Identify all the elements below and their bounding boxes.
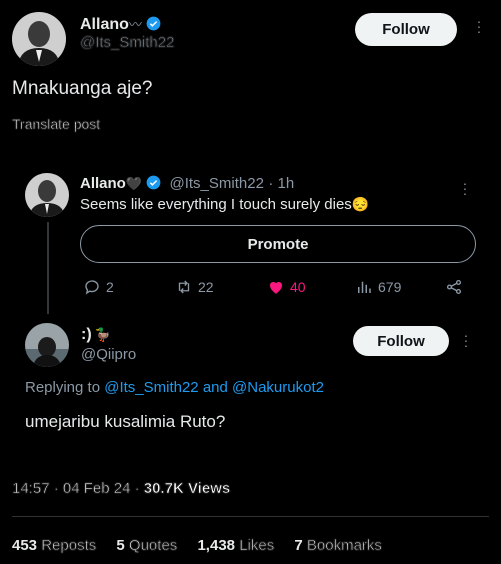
- thread-line: [47, 222, 49, 314]
- reposts-label: Reposts: [41, 537, 97, 555]
- reposts-stat[interactable]: 453 Reposts: [12, 537, 97, 555]
- follow-button-main[interactable]: Follow: [355, 13, 457, 46]
- promote-button[interactable]: Promote: [80, 225, 476, 263]
- tweet-meta: 14:57 · 04 Feb 24 · 30.7K Views: [12, 480, 231, 498]
- reply-more-options-icon[interactable]: · · ·: [461, 328, 471, 352]
- share-action[interactable]: [445, 278, 463, 296]
- avatar-photo-icon: [12, 12, 66, 66]
- quoted-time[interactable]: · 1h: [268, 175, 294, 192]
- reply-count: 2: [106, 279, 114, 295]
- bookmarks-label: Bookmarks: [306, 537, 383, 555]
- reply-author-name[interactable]: :): [81, 326, 92, 343]
- reply-icon: [85, 280, 99, 295]
- like-action[interactable]: 40: [267, 278, 306, 296]
- pensive-emoji: 😔: [351, 196, 370, 212]
- likes-label: Likes: [239, 537, 275, 555]
- verified-badge-icon: [146, 175, 161, 190]
- main-avatar[interactable]: [12, 12, 66, 66]
- repost-action[interactable]: 22: [175, 278, 214, 296]
- quotes-label: Quotes: [128, 537, 178, 555]
- tweet-timestamp[interactable]: 14:57 · 04 Feb 24 ·: [12, 480, 144, 498]
- main-author-line: Allano〰: [80, 14, 161, 34]
- tweet-views: 30.7K Views: [143, 480, 231, 498]
- quoted-avatar[interactable]: [25, 173, 69, 217]
- main-author-emoji: 〰: [128, 17, 142, 32]
- replying-and: and: [198, 379, 233, 396]
- quoted-more-options-icon[interactable]: · · ·: [460, 176, 470, 200]
- heart-filled-icon: [270, 281, 282, 294]
- reply-author-emoji: 🦆: [94, 327, 111, 342]
- avatar-photo-icon: [25, 173, 69, 217]
- reply-tweet-text: umejaribu kusalimia Ruto?: [25, 412, 226, 431]
- main-author-name[interactable]: Allano: [80, 16, 129, 33]
- replying-user-1[interactable]: @Its_Smith22: [104, 379, 198, 396]
- quoted-author-handle[interactable]: @Its_Smith22: [169, 175, 263, 192]
- quoted-text: Seems like everything I touch surely die…: [80, 196, 352, 213]
- quotes-stat[interactable]: 5 Quotes: [116, 537, 178, 555]
- repost-count: 22: [198, 279, 214, 295]
- divider: [12, 516, 489, 517]
- translate-post-link[interactable]: Translate post: [12, 116, 101, 133]
- reply-avatar[interactable]: [25, 323, 69, 367]
- avatar-photo-icon: [25, 323, 69, 367]
- reply-author-handle[interactable]: @Qiipro: [81, 346, 136, 363]
- likes-stat[interactable]: 1,438 Likes: [197, 537, 275, 555]
- share-icon: [446, 279, 462, 295]
- views-count: 679: [378, 279, 402, 295]
- replying-user-2[interactable]: @Nakurukot2: [232, 379, 324, 396]
- bookmarks-count: 7: [294, 537, 303, 554]
- verified-badge-icon: [146, 16, 161, 31]
- main-tweet-text: Mnakuanga aje?: [12, 78, 153, 99]
- likes-count: 1,438: [197, 537, 236, 554]
- bookmarks-stat[interactable]: 7 Bookmarks: [294, 537, 383, 555]
- engagement-row: 453 Reposts 5 Quotes 1,438 Likes 7 Bookm…: [12, 537, 383, 555]
- follow-button-reply[interactable]: Follow: [353, 326, 449, 356]
- more-options-icon[interactable]: · · ·: [474, 14, 484, 38]
- reply-action[interactable]: 2: [83, 278, 114, 296]
- repost-icon: [178, 280, 190, 294]
- reposts-count: 453: [12, 537, 38, 554]
- reply-author-line: :) 🦆: [81, 326, 111, 344]
- quoted-author-name[interactable]: Allano: [80, 175, 126, 192]
- quoted-author-line: Allano🖤 @Its_Smith22 · 1h: [80, 175, 294, 193]
- quoted-author-emoji: 🖤: [125, 176, 143, 191]
- quoted-text-line: Seems like everything I touch surely die…: [80, 196, 369, 213]
- like-count: 40: [290, 279, 306, 295]
- main-author-handle[interactable]: @Its_Smith22: [80, 34, 175, 52]
- views-action[interactable]: 679: [355, 278, 401, 296]
- quotes-count: 5: [116, 537, 125, 554]
- replying-to-line: Replying to @Its_Smith22 and @Nakurukot2: [25, 379, 324, 396]
- replying-prefix: Replying to: [25, 379, 105, 396]
- analytics-icon: [358, 281, 371, 293]
